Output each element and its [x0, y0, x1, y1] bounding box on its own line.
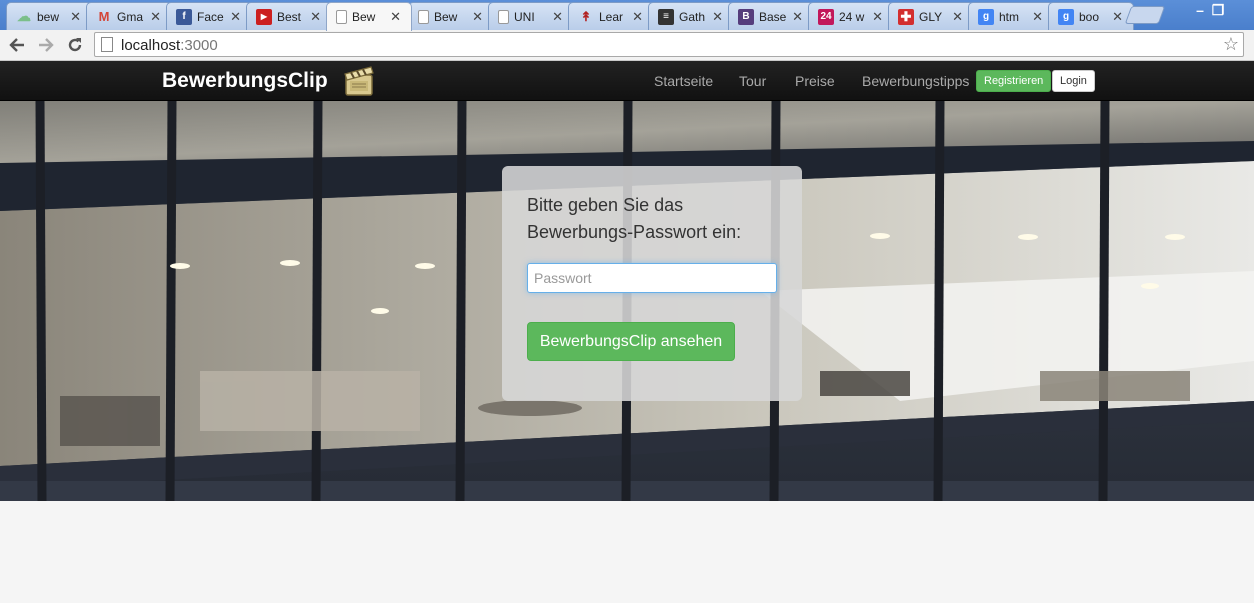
site-navbar: BewerbungsClip Startseite Tour Preise Be… [0, 61, 1254, 101]
password-input[interactable] [527, 263, 777, 293]
login-button[interactable]: Login [1052, 70, 1095, 92]
page-icon [336, 10, 347, 24]
page-icon [498, 9, 509, 24]
browser-tab[interactable]: ✚ GLY ✕ [888, 2, 974, 30]
tab-title: GLY [919, 9, 943, 24]
tab-title: Lear [599, 9, 624, 24]
url-text: localhost:3000 [121, 37, 218, 54]
new-tab-button[interactable] [1124, 6, 1166, 24]
browser-tab[interactable]: UNI ✕ [488, 2, 574, 30]
browser-tab[interactable]: g htm ✕ [968, 2, 1054, 30]
google-icon: g [1058, 8, 1074, 25]
nav-link-startseite[interactable]: Startseite [654, 73, 713, 89]
tab-title: Gath [679, 9, 706, 24]
bookmark-star-icon[interactable]: ☆ [1223, 34, 1239, 55]
clapperboard-icon [343, 65, 376, 97]
browser-tab[interactable]: ☁ bew ✕ [6, 2, 92, 30]
page-icon [418, 9, 429, 24]
tab-title: Bew [352, 10, 376, 24]
view-clip-button[interactable]: BewerbungsClip ansehen [527, 322, 735, 361]
browser-tab[interactable]: ≡ Gath ✕ [648, 2, 734, 30]
close-icon[interactable]: ✕ [872, 9, 883, 25]
tab-title: Face [197, 9, 224, 24]
tab-title: UNI [514, 9, 535, 24]
close-icon[interactable]: ✕ [1112, 9, 1123, 25]
brand-logo-text[interactable]: BewerbungsClip [162, 69, 328, 93]
browser-tab[interactable]: f Face ✕ [166, 2, 252, 30]
back-arrow-icon[interactable] [6, 34, 28, 56]
tab-title: boo [1079, 9, 1100, 24]
browser-tab[interactable]: ↟ Lear ✕ [568, 2, 654, 30]
close-icon[interactable]: ✕ [952, 9, 963, 25]
close-icon[interactable]: ✕ [472, 9, 483, 25]
close-icon[interactable]: ✕ [70, 9, 81, 25]
youtube-icon: ▶ [256, 8, 272, 25]
tab-title: bew [37, 9, 60, 24]
tab-title: Bew [434, 9, 458, 24]
page-icon [101, 37, 113, 52]
browser-tab[interactable]: Bew ✕ [408, 2, 494, 30]
nav-link-tour[interactable]: Tour [739, 73, 766, 89]
facebook-icon: f [176, 8, 192, 25]
close-icon[interactable]: ✕ [1032, 9, 1043, 25]
nav-link-bewerbungstipps[interactable]: Bewerbungstipps [862, 73, 969, 89]
browser-tab-active[interactable]: Bew ✕ [326, 2, 412, 31]
cross-icon: ✚ [898, 8, 914, 25]
tab-title: 24 w [839, 9, 865, 24]
close-icon[interactable]: ✕ [390, 9, 401, 25]
nav-link-preise[interactable]: Preise [795, 73, 835, 89]
tab-title: Best [277, 9, 302, 24]
hero-section: Bitte geben Sie das Bewerbungs-Passwort … [0, 101, 1254, 501]
close-icon[interactable]: ✕ [310, 9, 321, 25]
tab-title: Gma [117, 9, 144, 24]
document-icon: ≡ [658, 8, 674, 25]
close-icon[interactable]: ✕ [552, 9, 563, 25]
restore-icon[interactable]: ❐ [1204, 0, 1232, 20]
close-icon[interactable]: ✕ [632, 9, 643, 25]
forward-arrow-icon[interactable] [35, 34, 57, 56]
password-prompt: Bitte geben Sie das Bewerbungs-Passwort … [527, 195, 742, 242]
close-icon[interactable]: ✕ [230, 9, 241, 25]
browser-tab[interactable]: B Base ✕ [728, 2, 814, 30]
address-bar[interactable]: localhost:3000 ☆ [94, 32, 1244, 57]
rails-icon: ↟ [580, 8, 592, 24]
tab-title: Base [759, 9, 787, 24]
close-icon[interactable]: ✕ [712, 9, 723, 25]
gmail-icon: M [98, 9, 110, 24]
password-panel: Bitte geben Sie das Bewerbungs-Passwort … [502, 166, 802, 401]
page-footer-area [0, 501, 1254, 603]
close-icon[interactable]: ✕ [150, 9, 161, 25]
close-icon[interactable]: ✕ [792, 9, 803, 25]
register-button[interactable]: Registrieren [976, 70, 1052, 92]
tab-title: htm [999, 9, 1020, 24]
cloud-icon: ☁ [17, 8, 31, 24]
browser-toolbar: localhost:3000 ☆ [0, 30, 1254, 61]
bootstrap-icon: B [738, 8, 754, 25]
reload-icon[interactable] [64, 34, 86, 56]
browser-tab-strip: ☁ bew ✕ M Gma ✕ f Face ✕ ▶ Best ✕ Bew ✕ … [0, 0, 1254, 31]
browser-tab[interactable]: 24 24 w ✕ [808, 2, 894, 30]
browser-tab[interactable]: M Gma ✕ [86, 2, 172, 30]
google-icon: g [978, 8, 994, 25]
24-icon: 24 [818, 8, 834, 25]
browser-tab[interactable]: g boo ✕ [1048, 2, 1134, 30]
browser-tab[interactable]: ▶ Best ✕ [246, 2, 332, 30]
